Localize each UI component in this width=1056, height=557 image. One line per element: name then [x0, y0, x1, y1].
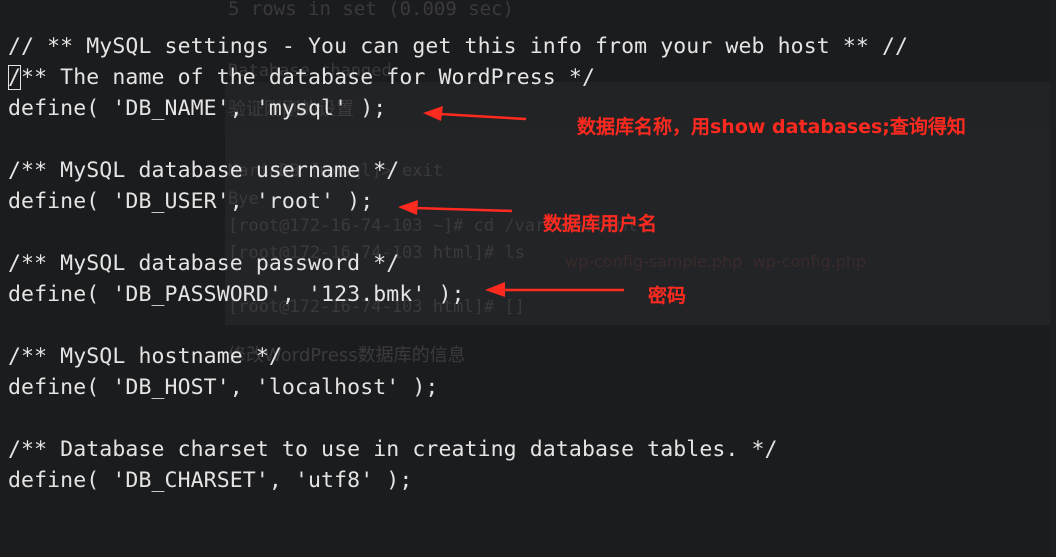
arrow-db-name	[439, 112, 527, 121]
db-password-annotation: 密码	[648, 285, 687, 307]
annotation-arrows	[398, 106, 624, 297]
arrow-head-db-user	[398, 200, 418, 215]
arrow-head-db-password	[485, 282, 505, 297]
arrow-head-db-name	[423, 106, 443, 121]
arrow-db-user	[414, 206, 513, 213]
right-edge-strip	[1050, 0, 1056, 557]
screenshot-stage: 5 rows in set (0.009 sec) Database chang…	[0, 0, 1056, 557]
db-name-annotation: 数据库名称，用show databases;查询得知	[577, 116, 966, 138]
db-user-annotation: 数据库用户名	[543, 213, 658, 235]
